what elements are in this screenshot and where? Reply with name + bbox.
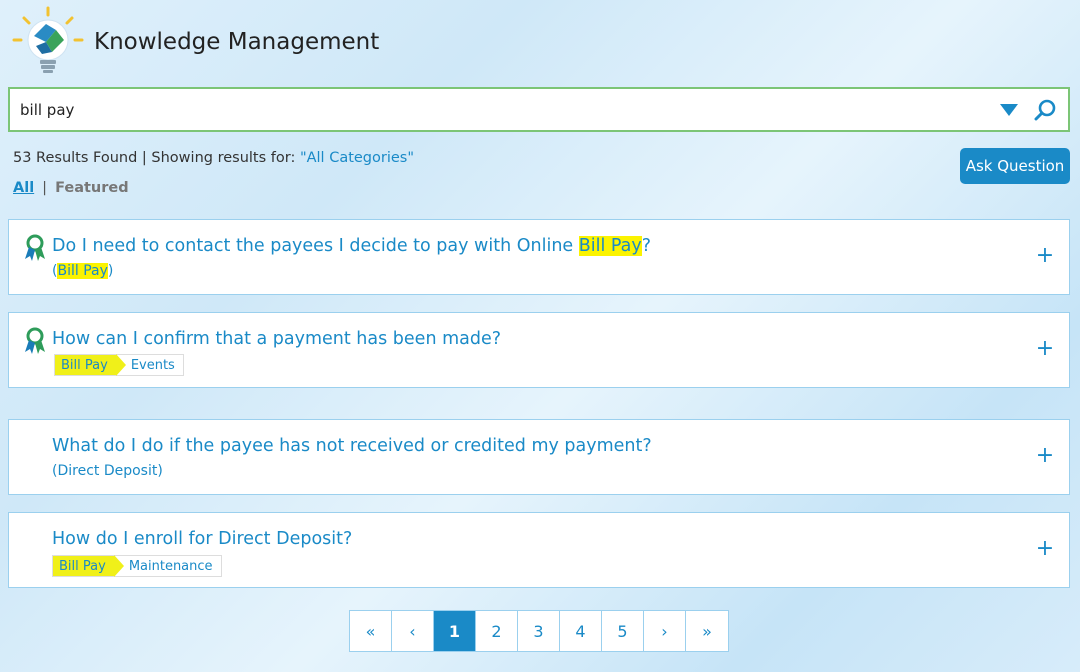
question-title-link[interactable]: What do I do if the payee has not receiv…	[52, 436, 652, 456]
page-button-4[interactable]: 4	[560, 611, 602, 651]
question-title-link[interactable]: Do I need to contact the payees I decide…	[52, 236, 651, 256]
results-summary: 53 Results Found | Showing results for: …	[13, 150, 414, 166]
page-button-5[interactable]: 5	[602, 611, 644, 651]
first-page-button[interactable]: «	[350, 611, 392, 651]
prev-page-button[interactable]: ‹	[392, 611, 434, 651]
question-title-link[interactable]: How do I enroll for Direct Deposit?	[52, 529, 352, 549]
tab-separator: |	[42, 180, 48, 196]
question-title-link[interactable]: How can I confirm that a payment has bee…	[52, 329, 501, 349]
featured-ribbon-icon	[25, 327, 45, 354]
category-dropdown-button[interactable]	[994, 95, 1024, 125]
page-button-2[interactable]: 2	[476, 611, 518, 651]
pagination: « ‹ 1 2 3 4 5 › »	[349, 610, 729, 652]
question-title-text: Do I need to contact the payees I decide…	[52, 236, 579, 256]
filter-tabs: All | Featured	[13, 180, 129, 196]
result-card: What do I do if the payee has not receiv…	[8, 419, 1070, 495]
expand-button[interactable]: +	[1033, 444, 1057, 468]
search-input[interactable]	[10, 89, 994, 130]
result-card: How can I confirm that a payment has bee…	[8, 312, 1070, 388]
tag-primary[interactable]: Bill Pay	[54, 354, 126, 376]
ask-question-button[interactable]: Ask Question	[960, 148, 1070, 184]
tag-primary[interactable]: Bill Pay	[52, 555, 124, 577]
result-card: Do I need to contact the payees I decide…	[8, 219, 1070, 295]
expand-button[interactable]: +	[1033, 244, 1057, 268]
category-paren: )	[107, 263, 114, 279]
tag-secondary[interactable]: Maintenance	[113, 555, 222, 577]
tab-all[interactable]: All	[13, 180, 34, 196]
search-highlight: Bill Pay	[57, 263, 108, 279]
lightbulb-logo-icon	[12, 6, 84, 73]
results-category: "All Categories"	[299, 150, 415, 166]
expand-button[interactable]: +	[1033, 337, 1057, 361]
next-page-button[interactable]: ›	[644, 611, 686, 651]
expand-button[interactable]: +	[1033, 537, 1057, 561]
tab-featured[interactable]: Featured	[55, 180, 129, 196]
caret-down-icon	[1000, 103, 1018, 116]
results-count: 53 Results Found	[13, 150, 138, 166]
page-button-3[interactable]: 3	[518, 611, 560, 651]
search-highlight: Bill Pay	[578, 236, 642, 256]
result-card: How do I enroll for Direct Deposit? Bill…	[8, 512, 1070, 588]
last-page-button[interactable]: »	[686, 611, 728, 651]
featured-ribbon-icon	[25, 234, 45, 261]
tag-breadcrumb: Bill Pay Maintenance	[52, 555, 222, 577]
question-category: (Direct Deposit)	[52, 463, 163, 479]
question-title-text: ?	[641, 236, 652, 256]
results-showing-label: | Showing results for:	[137, 150, 300, 166]
page-button-1[interactable]: 1	[434, 611, 476, 651]
search-bar	[8, 87, 1070, 132]
search-icon	[1034, 99, 1056, 120]
question-category: (Bill Pay)	[52, 263, 113, 279]
app-header: Knowledge Management	[12, 6, 379, 78]
search-button[interactable]	[1030, 95, 1060, 125]
app-title: Knowledge Management	[94, 29, 380, 55]
tag-breadcrumb: Bill Pay Events	[54, 354, 184, 376]
tag-secondary[interactable]: Events	[115, 354, 184, 376]
